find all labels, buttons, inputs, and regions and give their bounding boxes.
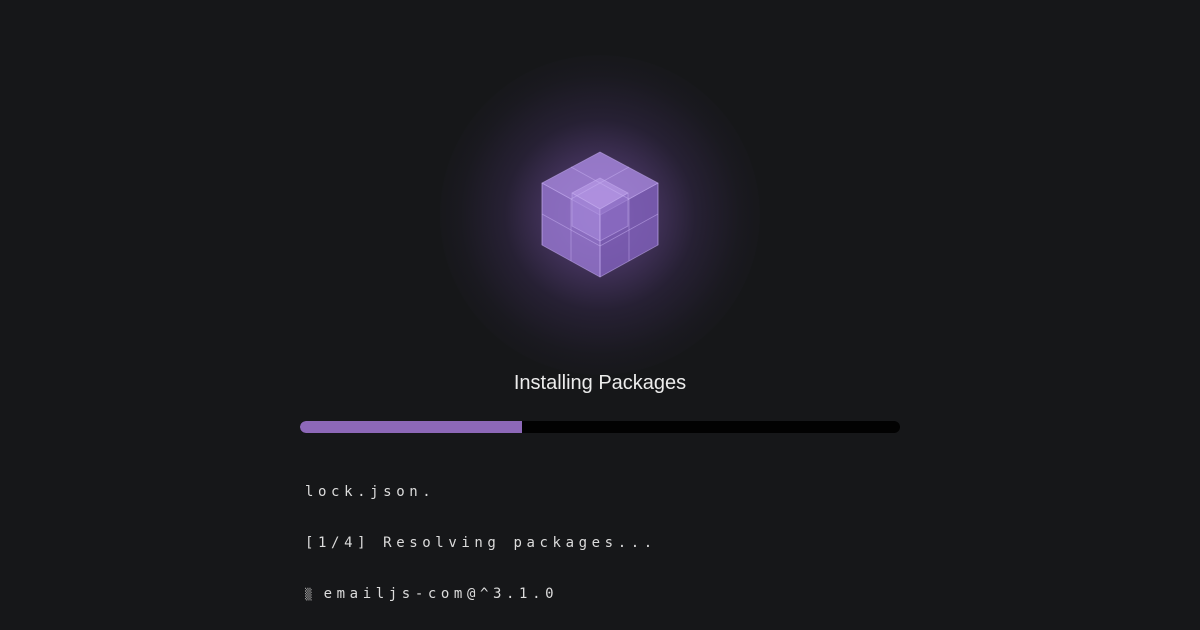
page-title: Installing Packages bbox=[513, 372, 687, 394]
log-line: lock.json. bbox=[305, 484, 436, 500]
spinner-icon: ▒ bbox=[305, 588, 312, 601]
progress-bar-fill bbox=[300, 421, 522, 433]
progress-bar bbox=[300, 421, 900, 433]
install-log: lock.json. [1/4] Resolving packages... ▒… bbox=[305, 450, 657, 630]
current-package-label: emailjs-com@^3.1.0 bbox=[323, 586, 559, 602]
log-line: [1/4] Resolving packages... bbox=[305, 535, 657, 551]
package-cube-icon bbox=[541, 151, 659, 278]
log-line-current-package: ▒ emailjs-com@^3.1.0 bbox=[305, 586, 657, 603]
installer-screen: Installing Packages lock.json. [1/4] Res… bbox=[0, 0, 1200, 630]
